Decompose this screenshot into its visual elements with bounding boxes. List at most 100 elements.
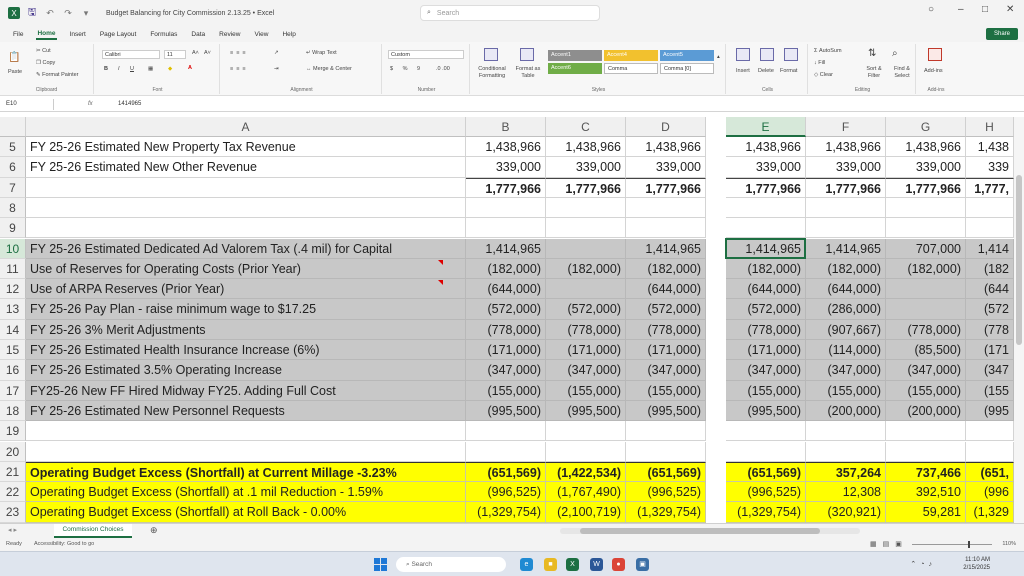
- cell-value[interactable]: [626, 441, 706, 462]
- cell-value[interactable]: [886, 441, 966, 462]
- cell-value[interactable]: (171,000): [626, 340, 706, 361]
- cell-value[interactable]: (996,525): [466, 482, 546, 503]
- name-box[interactable]: E10: [4, 99, 54, 110]
- cell-value[interactable]: (1,767,490): [546, 482, 626, 503]
- cell-label[interactable]: FY 25-26 Estimated 3.5% Operating Increa…: [26, 360, 466, 381]
- view-mode-icons[interactable]: ▦▤▣: [870, 540, 908, 548]
- row-header-10[interactable]: 10: [0, 238, 26, 259]
- cell-value[interactable]: (347,000): [466, 360, 546, 381]
- cell-value[interactable]: [466, 218, 546, 239]
- cell-value[interactable]: (182,000): [626, 258, 706, 280]
- insert-cells-icon[interactable]: [736, 48, 750, 61]
- style-comma-0[interactable]: Comma [0]: [660, 63, 714, 74]
- cell-value[interactable]: [726, 218, 806, 239]
- tab-data[interactable]: Data: [190, 30, 206, 39]
- vertical-scrollbar[interactable]: [1014, 117, 1024, 523]
- add-sheet-icon[interactable]: ⊕: [150, 525, 158, 536]
- cell-value[interactable]: 1,414: [966, 238, 1014, 259]
- cell-value[interactable]: (778,000): [546, 319, 626, 340]
- cell-value[interactable]: [886, 299, 966, 320]
- cell-label[interactable]: Operating Budget Excess (Shortfall) at .…: [26, 482, 466, 503]
- cell-value[interactable]: [546, 441, 626, 462]
- cell-value[interactable]: 1,438,966: [466, 137, 546, 158]
- cell-value[interactable]: [806, 197, 886, 219]
- cell-label[interactable]: FY25-26 New FF Hired Midway FY25. Adding…: [26, 380, 466, 401]
- cell-value[interactable]: 339,000: [806, 157, 886, 178]
- comment-indicator-icon[interactable]: [438, 280, 443, 286]
- redo-icon[interactable]: ↷: [62, 7, 74, 19]
- indent-icon[interactable]: ⇥: [274, 66, 279, 72]
- horizontal-scrollbar[interactable]: [560, 528, 860, 534]
- cell-value[interactable]: (182,000): [726, 258, 806, 280]
- cell-value[interactable]: [626, 421, 706, 442]
- cell-value[interactable]: [546, 279, 626, 300]
- tab-help[interactable]: Help: [281, 30, 296, 39]
- decimal-icons[interactable]: .0 .00: [436, 66, 450, 72]
- paste-button[interactable]: Paste: [8, 69, 22, 75]
- row-header-11[interactable]: 11: [0, 258, 26, 280]
- vertical-scroll-thumb[interactable]: [1016, 175, 1022, 345]
- cell-value[interactable]: [466, 421, 546, 442]
- chrome-icon[interactable]: ●: [612, 558, 625, 571]
- cell-value[interactable]: (1,329,754): [626, 502, 706, 523]
- cell-value[interactable]: 1,414,965: [726, 238, 806, 259]
- cell-value[interactable]: (1,329,754): [466, 502, 546, 523]
- save-icon[interactable]: 🖫: [26, 7, 38, 19]
- cell-value[interactable]: [626, 197, 706, 219]
- borders-icon[interactable]: ▦: [148, 66, 153, 72]
- cell-value[interactable]: (155,000): [726, 380, 806, 401]
- autosum-button[interactable]: Σ AutoSum: [814, 48, 842, 54]
- cell-value[interactable]: (182,000): [546, 258, 626, 280]
- cell-value[interactable]: 1,414,965: [626, 238, 706, 259]
- cell-value[interactable]: 1,777,966: [546, 177, 626, 198]
- cell-label[interactable]: Use of Reserves for Operating Costs (Pri…: [26, 258, 466, 280]
- column-header-a[interactable]: A: [26, 117, 466, 137]
- row-header-21[interactable]: 21: [0, 461, 26, 483]
- cell-value[interactable]: 1,777,966: [726, 177, 806, 198]
- taskbar-clock[interactable]: 11:10 AM 2/15/2025: [963, 556, 990, 572]
- cell-value[interactable]: (651,569): [626, 461, 706, 483]
- cell-value[interactable]: (572,000): [626, 299, 706, 320]
- cell-value[interactable]: (347,000): [546, 360, 626, 381]
- sheet-tab-commission-choices[interactable]: Commission Choices: [54, 524, 132, 538]
- styles-scroll-icon[interactable]: ▴: [717, 54, 720, 60]
- cell-value[interactable]: (347,000): [886, 360, 966, 381]
- cell-value[interactable]: [466, 197, 546, 219]
- cell-value[interactable]: (286,000): [806, 299, 886, 320]
- wrap-text-button[interactable]: ↵ Wrap Text: [306, 50, 337, 56]
- cell-value[interactable]: 339,000: [546, 157, 626, 178]
- cell-value[interactable]: (347,000): [806, 360, 886, 381]
- cell-value[interactable]: 1,414,965: [466, 238, 546, 259]
- cell-value[interactable]: 392,510: [886, 482, 966, 503]
- cell-value[interactable]: (182,000): [806, 258, 886, 280]
- cell-label[interactable]: FY 25-26 Estimated Health Insurance Incr…: [26, 340, 466, 361]
- cell-value[interactable]: 1,438,966: [546, 137, 626, 158]
- find-select-button[interactable]: Find & Select: [888, 66, 916, 80]
- delete-cells-button[interactable]: Delete: [758, 68, 774, 74]
- currency-percent-comma-icons[interactable]: $ % 9: [390, 66, 424, 72]
- cell-value[interactable]: (200,000): [806, 400, 886, 422]
- row-header-18[interactable]: 18: [0, 400, 26, 422]
- cell-label[interactable]: FY 25-26 Estimated New Property Tax Reve…: [26, 137, 466, 158]
- sort-filter-icon[interactable]: ⇅: [868, 48, 876, 59]
- cell-value[interactable]: (155,000): [466, 380, 546, 401]
- row-header-8[interactable]: 8: [0, 197, 26, 219]
- format-as-table-button[interactable]: Format as Table: [512, 66, 544, 80]
- cell-value[interactable]: (995,500): [466, 400, 546, 422]
- row-header-23[interactable]: 23: [0, 502, 26, 523]
- cell-value[interactable]: (1,422,534): [546, 461, 626, 483]
- fill-button[interactable]: ↓ Fill: [814, 60, 825, 66]
- format-cells-icon[interactable]: [784, 48, 798, 61]
- clear-button[interactable]: ◇ Clear: [814, 72, 833, 78]
- cell-value[interactable]: [966, 218, 1014, 239]
- cell-value[interactable]: (572,000): [726, 299, 806, 320]
- cell-value[interactable]: (995,500): [726, 400, 806, 422]
- format-as-table-icon[interactable]: [520, 48, 534, 61]
- cell-value[interactable]: 1,438,966: [726, 137, 806, 158]
- font-shrink-icon[interactable]: A˅: [204, 50, 211, 56]
- cell-label[interactable]: [26, 421, 466, 442]
- cell-value[interactable]: (995,500): [546, 400, 626, 422]
- cell-label[interactable]: FY 25-26 Estimated New Other Revenue: [26, 157, 466, 178]
- format-painter-button[interactable]: ✎ Format Painter: [36, 72, 79, 78]
- cell-value[interactable]: (200,000): [886, 400, 966, 422]
